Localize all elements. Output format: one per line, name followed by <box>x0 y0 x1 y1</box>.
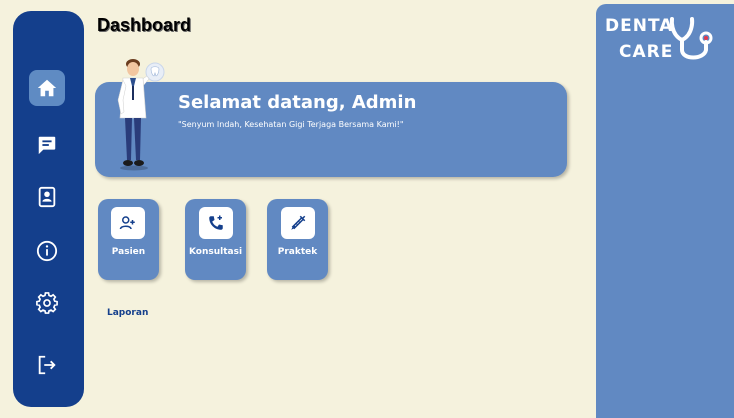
nav-settings[interactable] <box>29 285 65 321</box>
sidebar-nav <box>13 11 84 407</box>
nav-logout[interactable] <box>29 347 65 383</box>
stethoscope-icon <box>669 17 713 60</box>
phone-plus-icon <box>199 207 233 239</box>
nav-chat[interactable] <box>29 127 65 163</box>
card-konsultasi[interactable]: Konsultasi <box>185 199 246 280</box>
card-pasien[interactable]: Pasien <box>98 199 159 280</box>
page-title: Dashboard <box>97 15 192 35</box>
gear-icon <box>36 292 58 314</box>
card-praktek-label: Praktek <box>277 247 318 257</box>
card-konsultasi-label: Konsultasi <box>188 247 243 257</box>
card-praktek[interactable]: Praktek <box>267 199 328 280</box>
home-icon <box>37 79 57 97</box>
card-pasien-label: Pasien <box>111 247 146 257</box>
add-user-icon <box>111 207 145 239</box>
nav-info[interactable] <box>29 233 65 269</box>
brand-name-line1: DENTA <box>605 16 674 36</box>
brand-panel: DENTA CARE <box>596 4 734 418</box>
nav-contacts[interactable] <box>29 179 65 215</box>
logout-icon <box>38 355 56 375</box>
brand-name-line2: CARE <box>619 42 674 62</box>
info-icon <box>36 240 58 262</box>
report-link[interactable]: Laporan <box>107 308 148 318</box>
welcome-tagline: "Senyum Indah, Kesehatan Gigi Terjaga Be… <box>178 120 404 129</box>
nav-home[interactable] <box>29 70 65 106</box>
welcome-greeting: Selamat datang, Admin <box>178 92 417 113</box>
contact-card-icon <box>38 186 56 208</box>
chat-icon <box>38 136 56 155</box>
doctor-illustration <box>117 59 165 171</box>
syringe-icon <box>281 207 315 239</box>
